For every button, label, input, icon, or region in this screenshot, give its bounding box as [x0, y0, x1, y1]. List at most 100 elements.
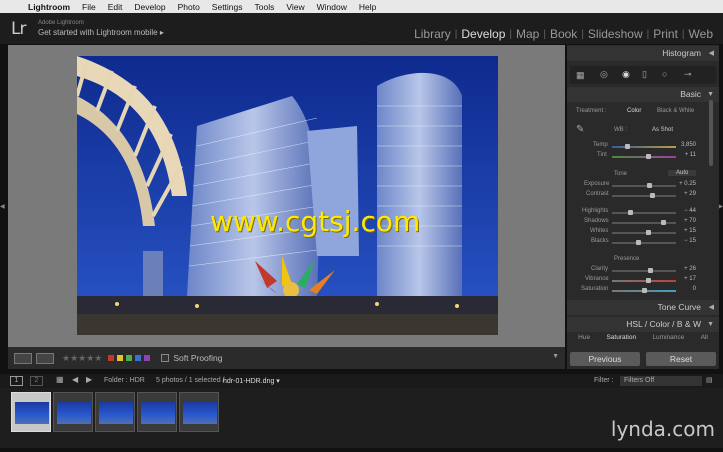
blacks-slider-knob[interactable]	[636, 240, 641, 245]
panel-scrollbar[interactable]	[709, 100, 713, 166]
highlights-slider-knob[interactable]	[628, 210, 633, 215]
wb-select[interactable]: As Shot	[652, 127, 673, 133]
back-arrow-icon[interactable]: ◀	[72, 375, 78, 384]
filter-lock-icon[interactable]: ▤	[706, 376, 713, 384]
module-map[interactable]: Map	[512, 27, 543, 41]
color-label-red[interactable]	[108, 355, 115, 361]
before-after-button[interactable]	[36, 352, 54, 364]
module-slideshow[interactable]: Slideshow	[584, 27, 647, 41]
menu-help[interactable]: Help	[353, 2, 382, 12]
filmstrip-thumbnail[interactable]	[137, 392, 177, 432]
module-library[interactable]: Library	[410, 27, 455, 41]
forward-arrow-icon[interactable]: ▶	[86, 375, 92, 384]
hsl-tab-all[interactable]: All	[701, 334, 708, 346]
module-develop[interactable]: Develop	[457, 27, 509, 41]
filmstrip-thumbnail[interactable]	[179, 392, 219, 432]
filename-dropdown[interactable]: hdr-01-HDR.dng ▾	[223, 377, 280, 385]
vibrance-slider-knob[interactable]	[646, 278, 651, 283]
histogram-header[interactable]: Histogram ◀	[567, 46, 719, 61]
clarity-value[interactable]: + 26	[666, 266, 696, 272]
reset-button[interactable]: Reset	[646, 352, 716, 366]
basic-title: Basic	[680, 89, 701, 99]
adjustment-brush-icon[interactable]: ⊸	[684, 69, 692, 80]
saturation-label: Saturation	[581, 286, 609, 292]
menu-app[interactable]: Lightroom	[22, 2, 76, 12]
white-balance-dropper-icon[interactable]: ✎	[576, 124, 584, 135]
whites-label: Whites	[590, 228, 609, 234]
grid-view-icon[interactable]: ▦	[56, 375, 64, 384]
module-book[interactable]: Book	[546, 27, 581, 41]
temp-value[interactable]: 3,850	[666, 142, 696, 148]
module-print[interactable]: Print	[649, 27, 682, 41]
loupe-view-button[interactable]	[14, 352, 32, 364]
color-label-blue[interactable]	[135, 355, 142, 361]
clarity-slider-knob[interactable]	[648, 268, 653, 273]
shadows-label: Shadows	[584, 218, 609, 224]
radial-filter-icon[interactable]: ○	[662, 69, 667, 79]
highlights-label: Highlights	[582, 208, 609, 214]
menu-photo[interactable]: Photo	[172, 2, 206, 12]
blacks-value[interactable]: − 15	[666, 238, 696, 244]
collapse-triangle-icon[interactable]: ▼	[707, 317, 714, 332]
page-2-button[interactable]: 2	[30, 376, 43, 386]
menu-window[interactable]: Window	[311, 2, 353, 12]
color-label-yellow[interactable]	[117, 355, 124, 361]
shadows-value[interactable]: + 70	[666, 218, 696, 224]
page-1-button[interactable]: 1	[10, 376, 23, 386]
graduated-filter-icon[interactable]: ▯	[642, 69, 647, 80]
whites-slider-knob[interactable]	[646, 230, 651, 235]
filmstrip-thumbnail[interactable]	[53, 392, 93, 432]
previous-button[interactable]: Previous	[570, 352, 640, 366]
saturation-value[interactable]: 0	[666, 286, 696, 292]
temp-slider-knob[interactable]	[625, 144, 630, 149]
menu-settings[interactable]: Settings	[206, 2, 249, 12]
toolbar-menu-icon[interactable]: ▼	[552, 353, 559, 360]
hsl-tab-hue[interactable]: Hue	[578, 334, 590, 346]
filmstrip-header: 1 2 ▦ ◀ ▶ Folder : HDR 5 photos / 1 sele…	[0, 374, 723, 388]
menu-develop[interactable]: Develop	[128, 2, 171, 12]
tint-slider-knob[interactable]	[646, 154, 651, 159]
rating-stars-icon[interactable]: ★★★★★	[62, 353, 102, 364]
contrast-value[interactable]: + 29	[666, 191, 696, 197]
menu-edit[interactable]: Edit	[102, 2, 129, 12]
module-picker: Library | Develop | Map | Book | Slideshow | …	[410, 27, 717, 41]
collapse-triangle-icon[interactable]: ◀	[709, 46, 714, 61]
module-web[interactable]: Web	[685, 27, 717, 41]
basic-header[interactable]: Basic ▼	[567, 87, 719, 102]
treatment-bw-option[interactable]: Black & White	[657, 108, 694, 114]
right-panel-toggle-icon[interactable]: ▶	[718, 203, 723, 210]
lightroom-mobile-link[interactable]: Get started with Lightroom mobile ▸	[38, 28, 164, 37]
hsl-tab-saturation[interactable]: Saturation	[606, 334, 636, 346]
left-panel-toggle-icon[interactable]: ◀	[0, 203, 5, 210]
menu-file[interactable]: File	[76, 2, 102, 12]
saturation-slider-knob[interactable]	[642, 288, 647, 293]
contrast-slider-knob[interactable]	[650, 193, 655, 198]
photo-preview[interactable]	[77, 56, 498, 335]
hsl-tab-luminance[interactable]: Luminance	[652, 334, 684, 346]
filmstrip-thumbnail[interactable]	[95, 392, 135, 432]
mac-menubar: Lightroom File Edit Develop Photo Settin…	[0, 0, 723, 13]
exposure-value[interactable]: + 0.25	[666, 181, 696, 187]
treatment-color-option[interactable]: Color	[627, 108, 641, 114]
grid-overlay-icon[interactable]: ▦	[576, 70, 585, 81]
menu-view[interactable]: View	[280, 2, 310, 12]
soft-proofing-checkbox[interactable]	[161, 354, 170, 362]
color-label-purple[interactable]	[144, 355, 151, 361]
filter-select[interactable]: Filters Off	[620, 376, 702, 386]
filmstrip-thumbnail[interactable]	[11, 392, 51, 432]
spot-removal-icon[interactable]: ◎	[600, 69, 608, 80]
filter-label: Filter :	[594, 377, 614, 384]
tint-value[interactable]: + 11	[666, 152, 696, 158]
thumbnail-image	[15, 402, 49, 424]
vibrance-value[interactable]: + 17	[666, 276, 696, 282]
collapse-triangle-icon[interactable]: ◀	[709, 300, 714, 315]
exposure-slider-knob[interactable]	[647, 183, 652, 188]
menu-tools[interactable]: Tools	[249, 2, 281, 12]
tone-auto-button[interactable]: Auto	[668, 170, 697, 176]
hsl-header[interactable]: HSL / Color / B & W ▼	[567, 317, 719, 332]
highlights-value[interactable]: − 44	[666, 208, 696, 214]
color-label-green[interactable]	[126, 355, 133, 361]
tone-curve-header[interactable]: Tone Curve ◀	[567, 300, 719, 315]
red-eye-icon[interactable]: ◉	[622, 69, 630, 80]
whites-value[interactable]: + 15	[666, 228, 696, 234]
